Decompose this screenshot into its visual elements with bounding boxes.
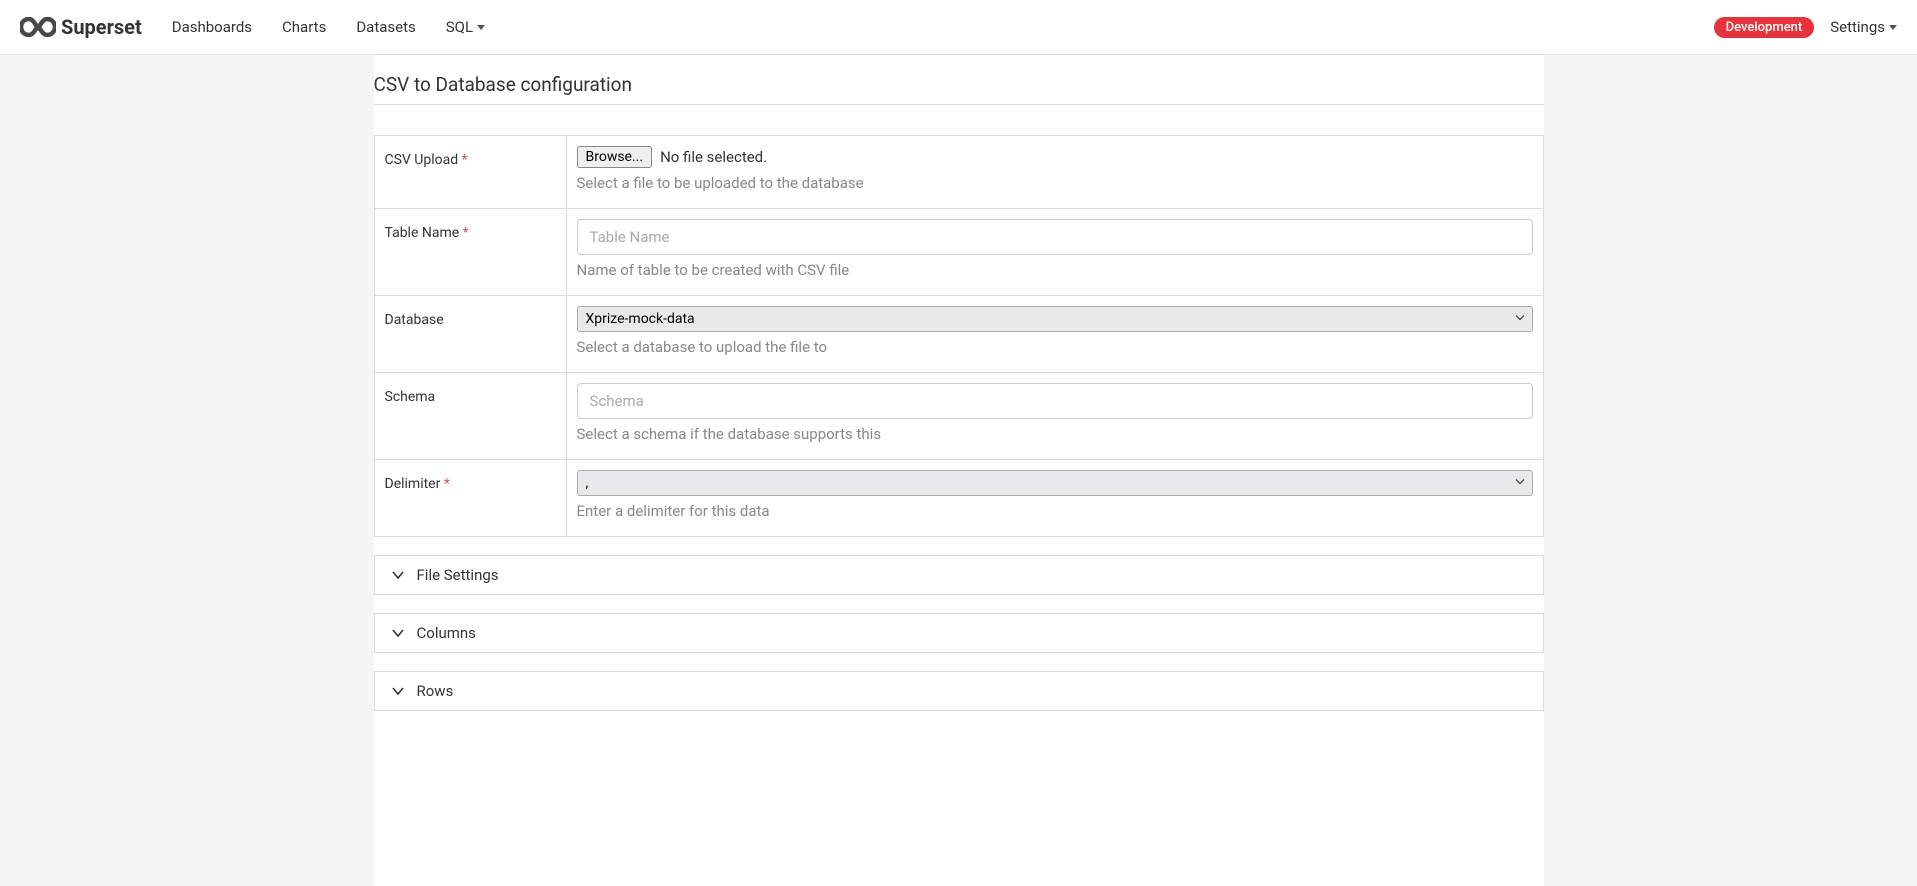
nav-sql-label: SQL [446, 18, 473, 36]
help-csv-upload: Select a file to be uploaded to the data… [577, 174, 1533, 192]
row-csv-upload: CSV Upload * Browse... No file selected.… [375, 136, 1543, 209]
label-delimiter-text: Delimiter [385, 476, 441, 492]
accordion-header-file-settings[interactable]: File Settings [375, 556, 1543, 594]
accordion-header-columns[interactable]: Columns [375, 614, 1543, 652]
chevron-down-icon [391, 568, 405, 582]
cell-schema: Select a schema if the database supports… [567, 373, 1543, 459]
nav-dashboards[interactable]: Dashboards [172, 18, 252, 36]
label-csv-upload-text: CSV Upload [385, 152, 459, 168]
help-schema: Select a schema if the database supports… [577, 425, 1533, 443]
page-content: CSV to Database configuration CSV Upload… [374, 55, 1544, 886]
settings-label: Settings [1830, 18, 1885, 36]
navbar-left: Superset Dashboards Charts Datasets SQL [20, 15, 485, 39]
accordion-columns: Columns [374, 613, 1544, 653]
infinity-icon [20, 17, 56, 37]
delimiter-select[interactable]: , [577, 470, 1533, 496]
accordion-title-rows: Rows [417, 682, 454, 700]
environment-badge: Development [1714, 17, 1815, 38]
nav-charts[interactable]: Charts [282, 18, 326, 36]
row-table-name: Table Name * Name of table to be created… [375, 209, 1543, 296]
label-schema: Schema [375, 373, 567, 459]
page-title: CSV to Database configuration [374, 73, 1544, 105]
accordion-file-settings: File Settings [374, 555, 1544, 595]
brand-text: Superset [61, 15, 142, 39]
cell-csv-upload: Browse... No file selected. Select a fil… [567, 136, 1543, 208]
nav-settings[interactable]: Settings [1830, 18, 1897, 36]
browse-button[interactable]: Browse... [577, 146, 653, 168]
help-database: Select a database to upload the file to [577, 338, 1533, 356]
file-status-text: No file selected. [660, 148, 767, 166]
help-table-name: Name of table to be created with CSV fil… [577, 261, 1533, 279]
label-delimiter: Delimiter * [375, 460, 567, 536]
caret-down-icon [1889, 25, 1897, 30]
schema-input[interactable] [577, 383, 1533, 419]
accordion-title-columns: Columns [417, 624, 476, 642]
database-select[interactable]: Xprize-mock-data [577, 306, 1533, 332]
cell-table-name: Name of table to be created with CSV fil… [567, 209, 1543, 295]
help-delimiter: Enter a delimiter for this data [577, 502, 1533, 520]
label-table-name-text: Table Name [385, 225, 460, 241]
delimiter-select-wrap: , [577, 470, 1533, 496]
file-input-wrap: Browse... No file selected. [577, 146, 1533, 168]
row-database: Database Xprize-mock-data Select a datab… [375, 296, 1543, 373]
row-delimiter: Delimiter * , Enter a delimiter for this… [375, 460, 1543, 536]
accordion-title-file-settings: File Settings [417, 566, 499, 584]
database-select-wrap: Xprize-mock-data [577, 306, 1533, 332]
required-marker: * [444, 476, 450, 492]
accordion-rows: Rows [374, 671, 1544, 711]
label-database: Database [375, 296, 567, 372]
cell-database: Xprize-mock-data Select a database to up… [567, 296, 1543, 372]
cell-delimiter: , Enter a delimiter for this data [567, 460, 1543, 536]
brand-logo[interactable]: Superset [20, 15, 142, 39]
table-name-input[interactable] [577, 219, 1533, 255]
accordion-header-rows[interactable]: Rows [375, 672, 1543, 710]
navbar: Superset Dashboards Charts Datasets SQL … [0, 0, 1917, 55]
required-marker: * [463, 225, 469, 241]
nav-datasets[interactable]: Datasets [356, 18, 415, 36]
chevron-down-icon [391, 684, 405, 698]
form-table: CSV Upload * Browse... No file selected.… [374, 135, 1544, 537]
label-csv-upload: CSV Upload * [375, 136, 567, 208]
nav-sql[interactable]: SQL [446, 18, 485, 36]
chevron-down-icon [391, 626, 405, 640]
caret-down-icon [477, 25, 485, 30]
required-marker: * [462, 152, 468, 168]
navbar-right: Development Settings [1714, 17, 1897, 38]
row-schema: Schema Select a schema if the database s… [375, 373, 1543, 460]
label-table-name: Table Name * [375, 209, 567, 295]
